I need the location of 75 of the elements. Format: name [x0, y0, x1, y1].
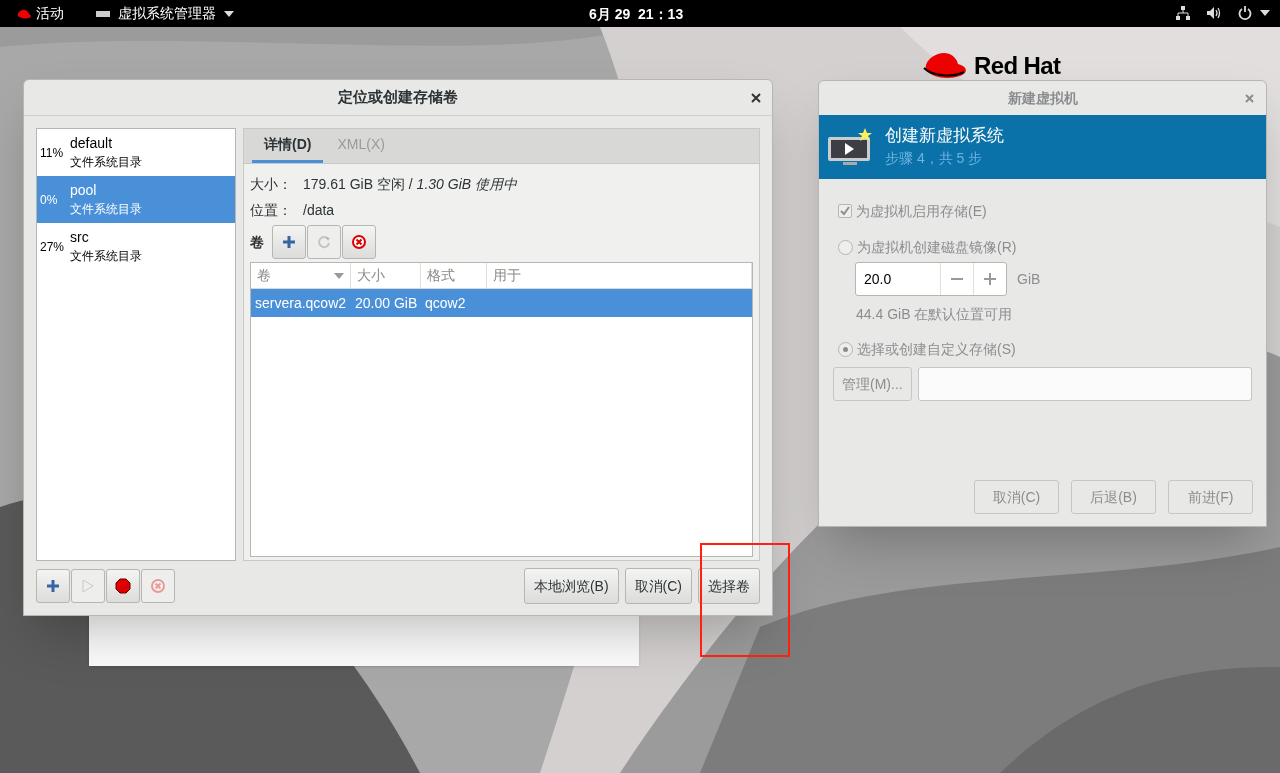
network-icon[interactable]: [1176, 5, 1190, 20]
usage-percent: 27%: [39, 238, 66, 256]
system-menu[interactable]: [1238, 5, 1270, 20]
monitor-icon: [827, 127, 873, 167]
pool-name: src: [70, 227, 90, 247]
add-button[interactable]: [272, 225, 306, 259]
column-header[interactable]: 卷: [251, 263, 351, 288]
window-title: 定位或创建存储卷: [338, 87, 458, 108]
field-label: 位置：: [250, 200, 293, 220]
volume-icon[interactable]: [1206, 5, 1222, 20]
radio-label: 为虚拟机创建磁盘镜像(R): [857, 237, 1017, 257]
checkbox[interactable]: [838, 204, 852, 218]
wizard-title: 创建新虚拟系统: [885, 125, 1004, 147]
app-menu[interactable]: 虚拟系统管理器: [96, 0, 234, 27]
caret-icon: [224, 10, 234, 17]
location-value: /data: [303, 200, 335, 220]
disk-size-spinner[interactable]: 20.0: [855, 262, 1007, 296]
wizard-button[interactable]: 前进(F): [1168, 480, 1253, 514]
manage-button[interactable]: 管理(M)...: [833, 367, 912, 401]
plus-icon: [984, 273, 996, 285]
delete-icon: [150, 578, 166, 594]
tab[interactable]: XML(X): [325, 128, 397, 163]
caret-icon: [1260, 9, 1270, 16]
add-button[interactable]: [36, 569, 70, 603]
close-icon: [751, 93, 761, 103]
dialog-button[interactable]: 选择卷: [698, 568, 760, 604]
volumes-label: 卷: [250, 232, 264, 252]
column-header[interactable]: 用于: [487, 263, 752, 288]
pool-type: 文件系统目录: [70, 153, 142, 171]
column-header[interactable]: 格式: [421, 263, 487, 288]
radio-button[interactable]: [838, 239, 853, 255]
pool-name: default: [70, 133, 114, 153]
logo-text: Red Hat: [974, 51, 1061, 81]
pool-type: 文件系统目录: [70, 200, 142, 218]
sort-icon: [334, 272, 344, 279]
wizard-step: 步骤 4，共 5 步: [885, 147, 1004, 169]
checkbox-label: 为虚拟机启用存储(E): [856, 201, 987, 221]
pool-type: 文件系统目录: [70, 247, 142, 265]
clock[interactable]: 6月 29 21：13: [589, 4, 684, 25]
play-icon: [82, 579, 94, 593]
usage-percent: 0%: [39, 191, 59, 209]
dialog-button[interactable]: 本地浏览(B): [523, 568, 619, 604]
plus-icon: [282, 235, 296, 249]
field-label: 大小：: [250, 174, 293, 194]
close-button[interactable]: [750, 92, 762, 104]
table-cell-text: 20.00 GiB: [354, 293, 419, 313]
table-cell-text: servera.qcow2: [254, 293, 348, 313]
minus-icon: [951, 278, 963, 280]
wizard-button[interactable]: 取消(C): [974, 480, 1059, 514]
wizard-button[interactable]: 后退(B): [1071, 480, 1156, 514]
window-title: 新建虚拟机: [1007, 88, 1078, 108]
size-value: 179.61 GiB 空闲 / 1.30 GiB 使用中: [303, 174, 517, 194]
radio-label: 选择或创建自定义存储(S): [857, 339, 1016, 359]
radio-button[interactable]: [838, 341, 853, 357]
check-icon: [840, 206, 850, 216]
volume-row[interactable]: servera.qcow2 20.00 GiB qcow2: [251, 289, 752, 317]
plus-icon: [46, 579, 60, 593]
hat-icon: [16, 7, 32, 20]
usage-percent: 11%: [39, 144, 65, 162]
unit-label: GiB: [1017, 269, 1041, 289]
delete-button[interactable]: [342, 225, 376, 259]
column-header[interactable]: 大小: [351, 263, 421, 288]
delete-icon: [351, 234, 367, 250]
refresh-icon: [317, 235, 331, 249]
activities-button[interactable]: 活动: [12, 0, 68, 27]
pool-name: pool: [70, 180, 98, 200]
app-icon: [96, 9, 110, 18]
power-icon: [1238, 5, 1252, 20]
close-icon: [1244, 93, 1254, 103]
table-cell-text: qcow2: [424, 293, 467, 313]
dialog-button[interactable]: 取消(C): [624, 568, 692, 604]
spinner-value: 20.0: [863, 269, 893, 289]
stop-button[interactable]: [106, 569, 140, 603]
available-space-text: 44.4 GiB 在默认位置可用: [856, 305, 1014, 324]
stop-icon: [115, 578, 131, 594]
